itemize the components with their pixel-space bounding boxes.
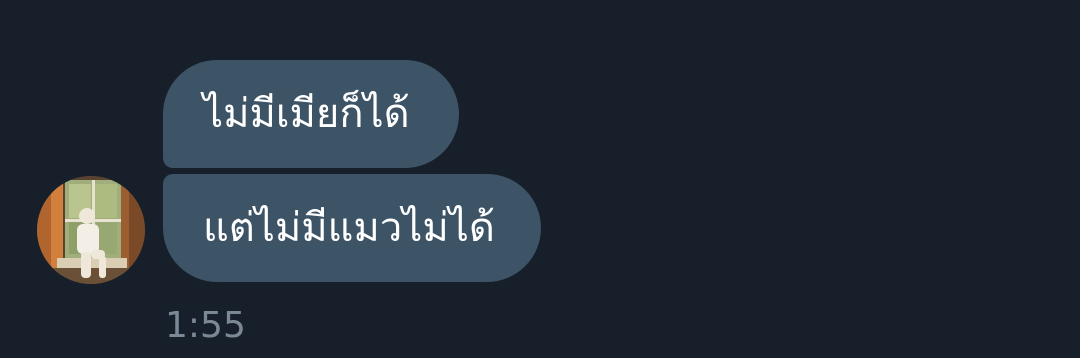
message-text: แต่ไม่มีแมวไม่ได้ xyxy=(203,205,495,251)
message-timestamp: 1:55 xyxy=(165,305,246,346)
avatar[interactable] xyxy=(37,176,145,284)
chat-thread: ไม่มีเมียก็ได้ แต่ไม่มีแมวไม่ได้ 1:55 xyxy=(0,0,1080,358)
message-bubble[interactable]: แต่ไม่มีแมวไม่ได้ xyxy=(163,174,541,282)
message-text: ไม่มีเมียก็ได้ xyxy=(203,91,410,137)
message-bubble[interactable]: ไม่มีเมียก็ได้ xyxy=(163,60,459,168)
avatar-photo xyxy=(37,176,145,284)
